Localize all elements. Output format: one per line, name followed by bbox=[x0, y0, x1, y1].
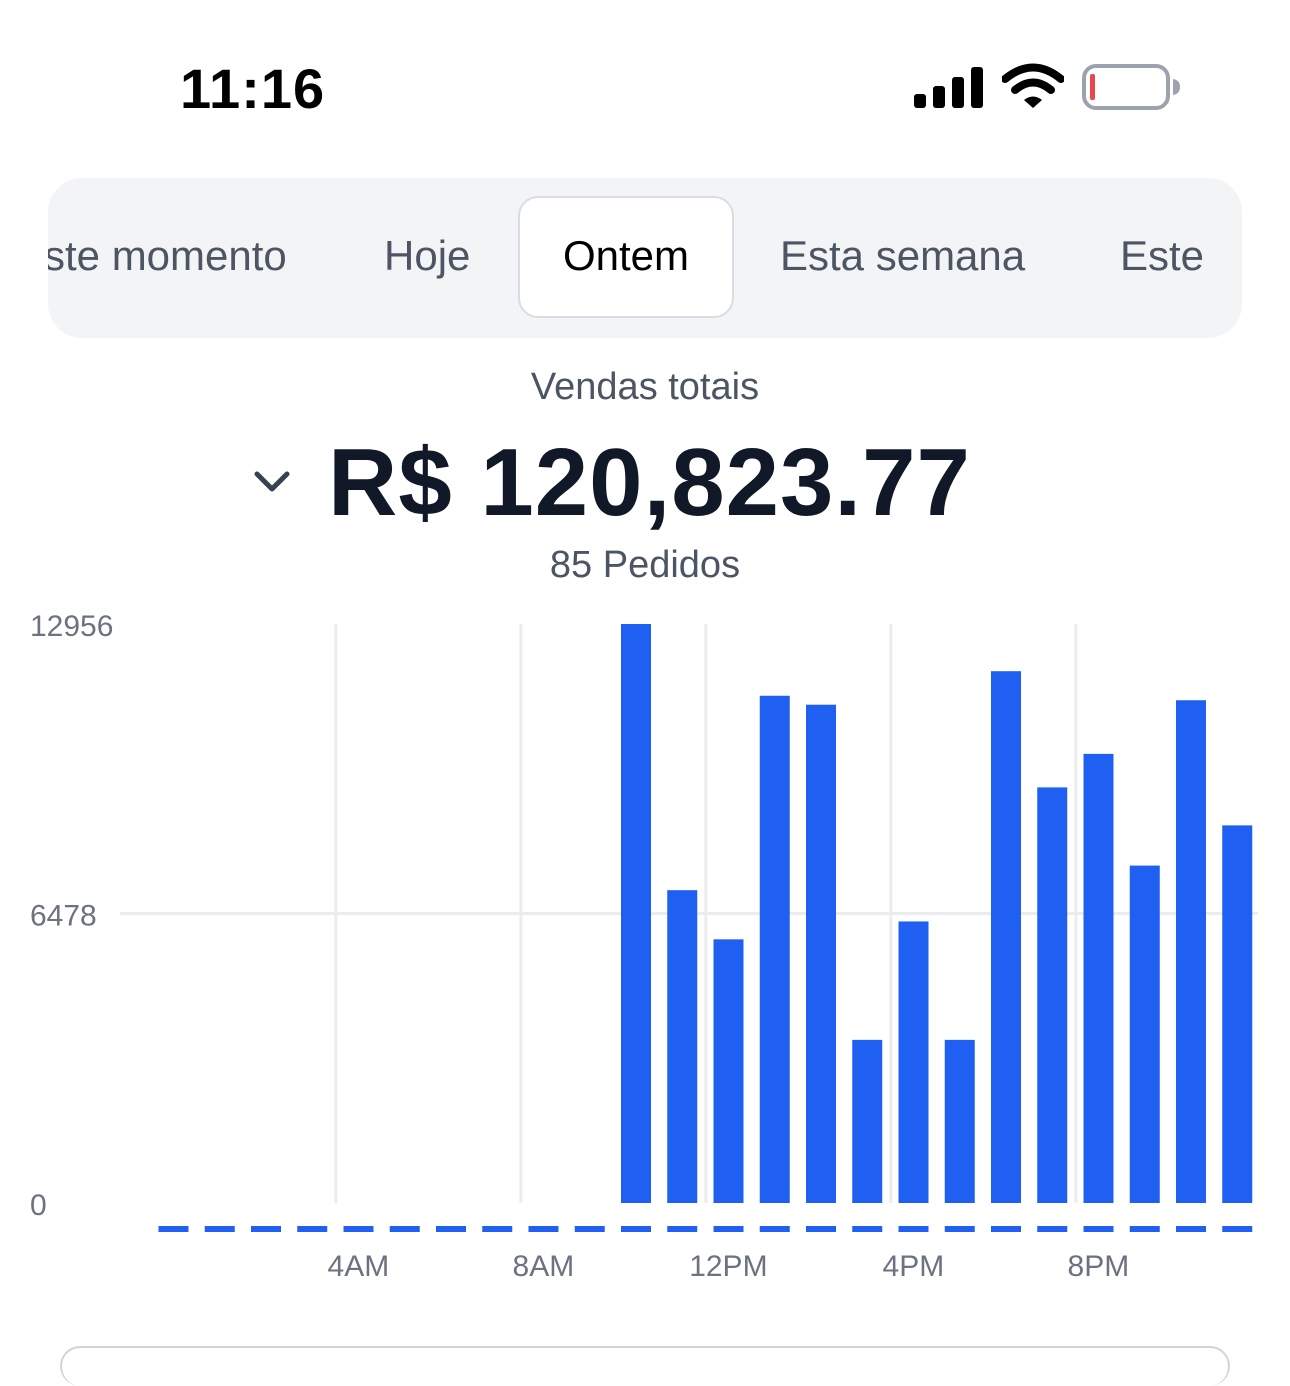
baseline-segment bbox=[389, 1226, 420, 1232]
baseline-segment bbox=[528, 1226, 559, 1232]
chart-bar[interactable] bbox=[944, 1039, 975, 1203]
x-tick-label: 8PM bbox=[1068, 1250, 1130, 1283]
tab-esta-semana[interactable]: Esta semana bbox=[780, 178, 1025, 338]
wifi-icon bbox=[1002, 63, 1064, 108]
chart-bar[interactable] bbox=[667, 890, 698, 1203]
tab-este-mes[interactable]: Este bbox=[1120, 178, 1204, 338]
baseline-segment bbox=[204, 1226, 235, 1232]
chart-bar[interactable] bbox=[991, 671, 1021, 1203]
y-tick-label: 12956 bbox=[30, 610, 113, 643]
baseline-segment bbox=[1222, 1226, 1253, 1232]
chart-baseline bbox=[158, 1226, 1253, 1232]
y-tick-label: 0 bbox=[30, 1189, 47, 1222]
baseline-segment bbox=[251, 1226, 281, 1232]
baseline-segment bbox=[297, 1226, 328, 1232]
baseline-segment bbox=[806, 1226, 836, 1232]
status-bar: 11:16 bbox=[0, 0, 1290, 170]
baseline-segment bbox=[158, 1226, 189, 1232]
baseline-segment bbox=[574, 1226, 605, 1232]
baseline-segment bbox=[482, 1226, 513, 1232]
chart-bar[interactable] bbox=[852, 1039, 883, 1203]
chart-bar[interactable] bbox=[621, 624, 651, 1203]
signal-bars-icon bbox=[914, 67, 983, 108]
chart-bar[interactable] bbox=[1176, 700, 1206, 1203]
baseline-segment bbox=[944, 1226, 975, 1232]
x-tick-label: 12PM bbox=[689, 1250, 767, 1283]
chart-bar[interactable] bbox=[759, 695, 790, 1203]
hourly-sales-bar-chart: 0 6478 12956 4AM 8AM 12PM 4PM 8PM bbox=[30, 610, 1258, 1283]
baseline-segment bbox=[852, 1226, 883, 1232]
baseline-segment bbox=[1037, 1226, 1068, 1232]
baseline-segment bbox=[621, 1226, 651, 1232]
baseline-segment bbox=[759, 1226, 790, 1232]
y-axis: 0 6478 12956 bbox=[30, 610, 113, 1222]
orders-count: 85 Pedidos bbox=[549, 544, 741, 586]
baseline-segment bbox=[713, 1226, 744, 1232]
chart-bar[interactable] bbox=[713, 939, 744, 1203]
tab-hoje[interactable]: Hoje bbox=[384, 178, 470, 338]
tab-ontem[interactable]: Ontem bbox=[518, 196, 734, 318]
baseline-segment bbox=[991, 1226, 1021, 1232]
chart-bar[interactable] bbox=[1222, 825, 1253, 1203]
baseline-segment bbox=[667, 1226, 698, 1232]
x-tick-label: 4AM bbox=[328, 1250, 390, 1283]
total-sales-label: Vendas totais bbox=[530, 366, 760, 408]
battery-low-icon bbox=[1082, 64, 1180, 110]
chart-bar[interactable] bbox=[1129, 865, 1160, 1203]
period-segmented-control: ste momento Hoje Ontem Esta semana Este bbox=[48, 178, 1242, 338]
chart-bar[interactable] bbox=[1037, 787, 1068, 1203]
bottom-card bbox=[60, 1346, 1230, 1386]
baseline-segment bbox=[343, 1226, 374, 1232]
chart-bar[interactable] bbox=[1083, 753, 1114, 1203]
tab-este-momento[interactable]: ste momento bbox=[48, 178, 287, 338]
x-axis: 4AM 8AM 12PM 4PM 8PM bbox=[328, 1250, 1130, 1283]
x-tick-label: 4PM bbox=[883, 1250, 945, 1283]
chevron-down-icon[interactable] bbox=[252, 466, 292, 498]
y-tick-label: 6478 bbox=[30, 900, 97, 933]
x-tick-label: 8AM bbox=[513, 1250, 575, 1283]
baseline-segment bbox=[898, 1226, 929, 1232]
status-time: 11:16 bbox=[180, 57, 326, 120]
baseline-segment bbox=[436, 1226, 466, 1232]
baseline-segment bbox=[1129, 1226, 1160, 1232]
total-sales-value: R$ 120,823.77 bbox=[328, 429, 971, 536]
baseline-segment bbox=[1176, 1226, 1206, 1232]
chart-bar[interactable] bbox=[898, 921, 929, 1203]
chart-bar[interactable] bbox=[806, 704, 836, 1203]
baseline-segment bbox=[1083, 1226, 1114, 1232]
